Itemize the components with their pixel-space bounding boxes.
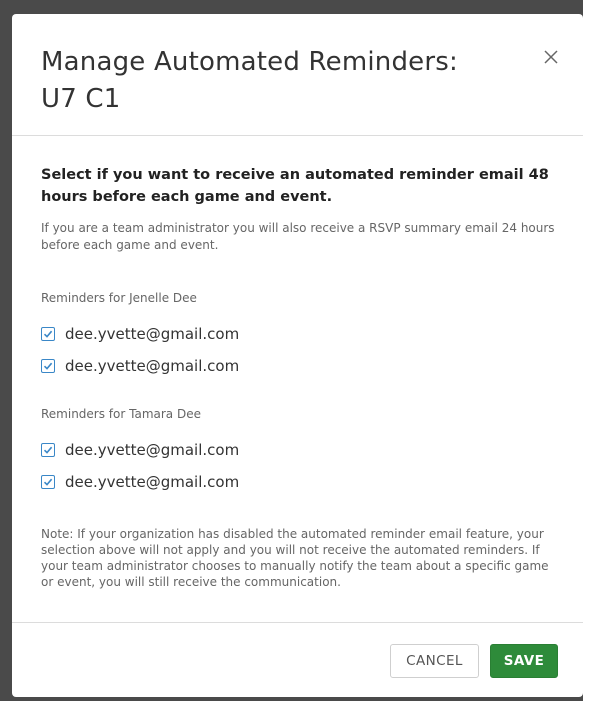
checkmark-icon xyxy=(43,362,53,370)
email-address: dee.yvette@gmail.com xyxy=(65,441,240,459)
dialog-header: Manage Automated Reminders: U7 C1 xyxy=(12,14,583,136)
cancel-button[interactable]: CANCEL xyxy=(390,644,479,678)
email-option[interactable]: dee.yvette@gmail.com xyxy=(41,322,401,346)
checkmark-icon xyxy=(43,330,53,338)
email-address: dee.yvette@gmail.com xyxy=(65,473,240,491)
email-checkbox[interactable] xyxy=(41,475,55,489)
close-button[interactable] xyxy=(538,44,564,70)
reminder-group: Reminders for Tamara Dee xyxy=(41,406,201,422)
email-option[interactable]: dee.yvette@gmail.com xyxy=(41,438,401,462)
disclaimer-note: Note: If your organization has disabled … xyxy=(41,527,549,589)
email-address: dee.yvette@gmail.com xyxy=(65,357,240,375)
reminder-group: Reminders for Jenelle Dee xyxy=(41,290,197,306)
email-address: dee.yvette@gmail.com xyxy=(65,325,240,343)
group-label: Reminders for Tamara Dee xyxy=(41,407,201,421)
reminders-dialog: Manage Automated Reminders: U7 C1 Select… xyxy=(12,14,583,697)
reminder-description: Select if you want to receive an automat… xyxy=(41,167,549,205)
checkmark-icon xyxy=(43,478,53,486)
checkmark-icon xyxy=(43,446,53,454)
email-checkbox[interactable] xyxy=(41,327,55,341)
admin-note: If you are a team administrator you will… xyxy=(41,221,555,252)
group-label: Reminders for Jenelle Dee xyxy=(41,291,197,305)
email-option[interactable]: dee.yvette@gmail.com xyxy=(41,354,401,378)
page-edge xyxy=(583,0,589,701)
email-option[interactable]: dee.yvette@gmail.com xyxy=(41,470,401,494)
close-icon xyxy=(544,50,558,64)
dialog-footer: CANCEL SAVE xyxy=(12,622,583,697)
dialog-body: Select if you want to receive an automat… xyxy=(41,164,561,589)
email-checkbox[interactable] xyxy=(41,443,55,457)
save-button[interactable]: SAVE xyxy=(490,644,558,678)
email-checkbox[interactable] xyxy=(41,359,55,373)
dialog-title: Manage Automated Reminders: U7 C1 xyxy=(41,47,458,114)
